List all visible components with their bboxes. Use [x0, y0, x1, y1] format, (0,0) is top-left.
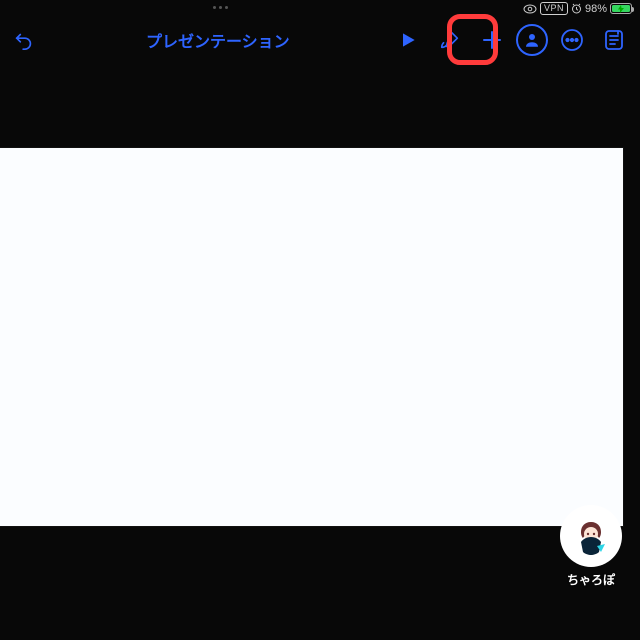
document-menu-button[interactable] [596, 22, 632, 58]
add-button[interactable] [474, 22, 510, 58]
play-button[interactable] [390, 22, 426, 58]
more-button[interactable] [554, 22, 590, 58]
user-name-label: ちゃろぽ [567, 571, 615, 588]
status-bar: VPN 98% [523, 2, 632, 15]
user-badge[interactable]: ちゃろぽ [560, 505, 622, 588]
dot-icon [225, 6, 228, 9]
brush-button[interactable] [432, 22, 468, 58]
alarm-icon [571, 3, 582, 14]
avatar [560, 505, 622, 567]
eye-icon [523, 4, 537, 14]
document-title[interactable]: プレゼンテーション [146, 28, 290, 52]
dot-icon [213, 6, 216, 9]
vpn-badge: VPN [540, 2, 568, 15]
dot-icon [219, 6, 222, 9]
battery-icon [610, 3, 632, 14]
collaborate-button[interactable] [516, 24, 548, 56]
toolbar: プレゼンテーション [0, 18, 640, 62]
battery-percent: 98% [585, 3, 607, 15]
undo-button[interactable] [6, 22, 42, 58]
slide-canvas[interactable] [0, 148, 623, 526]
drag-handle[interactable] [213, 6, 228, 9]
